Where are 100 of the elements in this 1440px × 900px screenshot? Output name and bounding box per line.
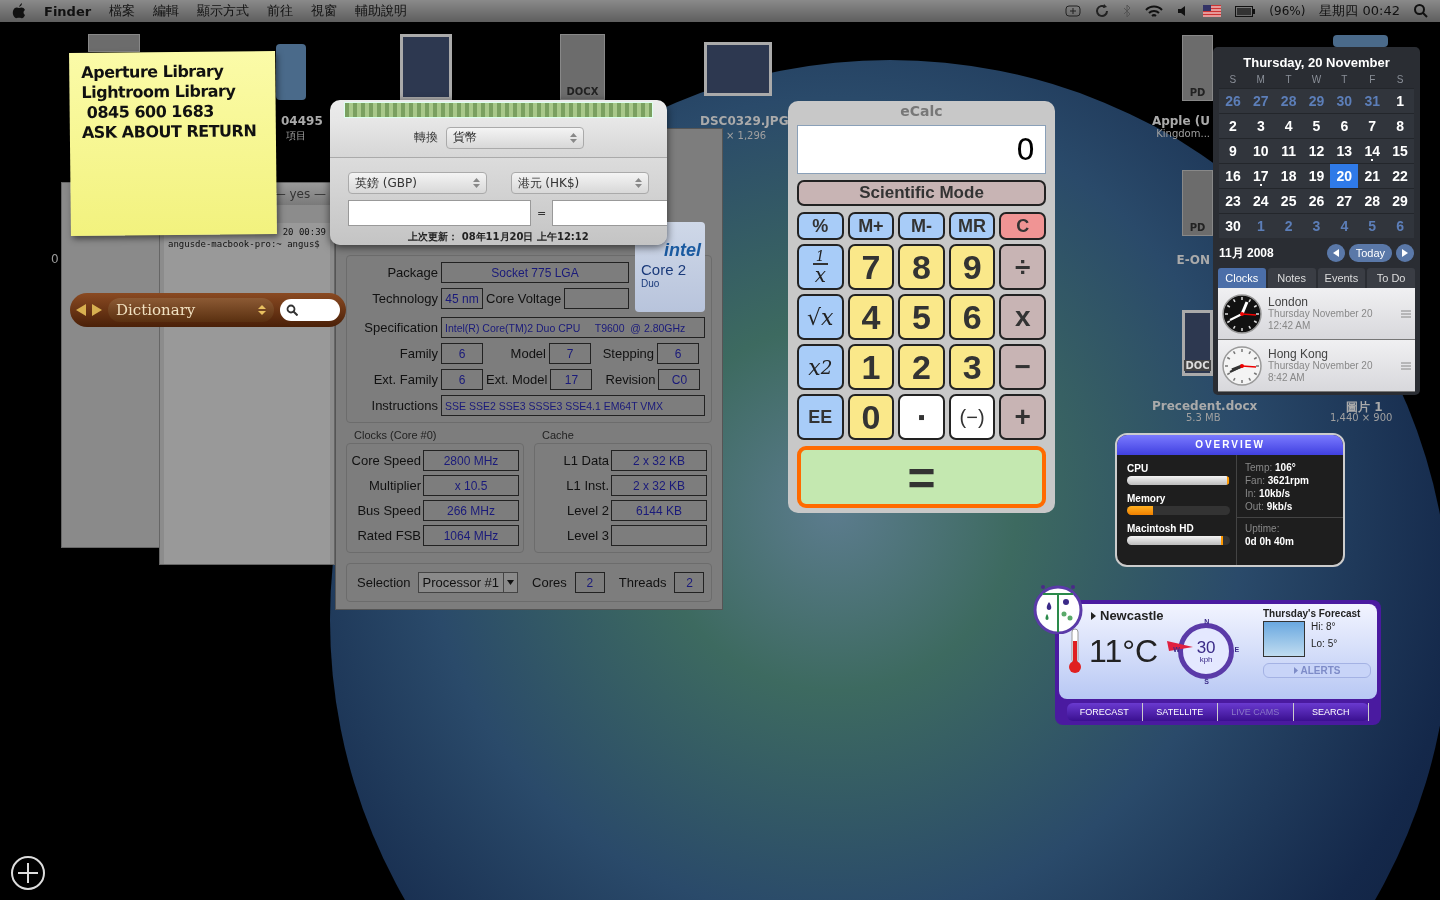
battery-icon[interactable] <box>1235 5 1256 17</box>
calendar-day[interactable]: 30 <box>1219 213 1247 238</box>
calendar-day[interactable]: 4 <box>1274 113 1303 138</box>
photo-thumbnail[interactable] <box>704 42 772 96</box>
calendar-day[interactable]: 1 <box>1386 88 1414 113</box>
calendar-day[interactable]: 5 <box>1302 113 1331 138</box>
calendar-day[interactable]: 23 <box>1219 188 1247 213</box>
location-name[interactable]: Newcastle <box>1100 608 1164 623</box>
photo-thumbnail[interactable] <box>400 34 452 100</box>
operator-key[interactable]: ÷ <box>999 244 1046 290</box>
previous-month-button[interactable] <box>1326 244 1345 262</box>
dictionary-search-field[interactable] <box>280 299 340 321</box>
plus-box-icon[interactable] <box>1065 5 1082 17</box>
flag-icon[interactable] <box>1203 5 1222 17</box>
digit-key[interactable]: 9 <box>948 244 996 290</box>
today-button[interactable]: Today <box>1348 244 1392 262</box>
equals-key[interactable]: = <box>797 446 1046 508</box>
calendar-day[interactable]: 12 <box>1302 138 1331 163</box>
calendar-day[interactable]: 11 <box>1274 138 1303 163</box>
calendar-day[interactable]: 8 <box>1386 113 1414 138</box>
calendar-day[interactable]: 9 <box>1219 138 1247 163</box>
calendar-day[interactable]: 15 <box>1386 138 1414 163</box>
calendar-tab[interactable]: To Do <box>1367 268 1415 288</box>
operator-key[interactable]: x <box>999 294 1046 340</box>
calendar-day[interactable]: 26 <box>1302 188 1331 213</box>
memory-key[interactable]: M+ <box>847 212 895 240</box>
calendar-day[interactable]: 28 <box>1358 188 1387 213</box>
digit-key[interactable]: 0 <box>847 394 895 440</box>
calendar-day[interactable]: 6 <box>1330 113 1359 138</box>
clear-key[interactable]: C <box>999 212 1046 240</box>
file-name[interactable]: 04495 <box>281 114 323 128</box>
digit-key[interactable]: 1 <box>847 344 895 390</box>
dictionary-source-dropdown[interactable]: Dictionary <box>108 298 274 322</box>
memory-key[interactable]: M- <box>898 212 945 240</box>
calendar-day[interactable]: 17 <box>1246 163 1275 188</box>
calendar-tab[interactable]: Events <box>1317 268 1366 288</box>
digit-key[interactable]: 3 <box>948 344 996 390</box>
file-name[interactable]: Apple (U <box>1151 114 1210 128</box>
back-forward-icon[interactable] <box>76 304 102 316</box>
weather-tab[interactable]: FORECAST <box>1067 703 1143 721</box>
menu-item[interactable]: 顯示方式 <box>197 2 250 20</box>
digit-key[interactable]: 8 <box>898 244 945 290</box>
file-name[interactable]: E-ON <box>1176 253 1210 267</box>
menu-item[interactable]: 檔案 <box>109 2 136 20</box>
calendar-day[interactable]: 20 <box>1330 163 1359 188</box>
calendar-day[interactable]: 25 <box>1274 188 1303 213</box>
world-clock-row[interactable]: Hong Kong Thursday November 20 8:42 AM <box>1218 340 1415 392</box>
app-menu[interactable]: Finder <box>44 3 92 19</box>
disclosure-triangle-icon[interactable] <box>1091 611 1096 620</box>
conversion-type-dropdown[interactable]: 貨幣 <box>445 126 584 149</box>
digit-key[interactable]: 4 <box>847 294 895 340</box>
weather-tab[interactable]: SATELLITE <box>1142 703 1218 721</box>
memory-key[interactable]: EE <box>797 394 844 440</box>
menu-item[interactable]: 輔助說明 <box>355 2 408 20</box>
digit-key[interactable]: 7 <box>847 244 895 290</box>
function-key[interactable]: √x <box>797 294 844 340</box>
amount-input[interactable] <box>348 200 531 226</box>
reciprocal-key[interactable]: 1 x <box>797 244 844 290</box>
from-currency-dropdown[interactable]: 英鎊 (GBP) <box>348 172 487 194</box>
to-currency-dropdown[interactable]: 港元 (HK$) <box>510 172 649 194</box>
mode-button[interactable]: Scientific Mode <box>797 180 1046 206</box>
file-name[interactable]: Precedent.docx <box>1152 399 1258 413</box>
processor-dropdown[interactable]: Processor #1 <box>418 572 519 593</box>
memory-key[interactable]: MR <box>948 212 996 240</box>
plain-key[interactable]: (−) <box>948 394 996 440</box>
world-clock-row[interactable]: London Thursday November 20 12:42 AM <box>1218 288 1415 340</box>
calendar-day[interactable]: 18 <box>1274 163 1303 188</box>
calendar-day[interactable]: 10 <box>1246 138 1275 163</box>
memory-key[interactable]: % <box>797 212 844 240</box>
drag-handle-icon[interactable] <box>1401 361 1411 370</box>
operator-key[interactable]: − <box>999 344 1046 390</box>
drag-handle-icon[interactable] <box>1401 309 1411 318</box>
menu-item[interactable]: 前往 <box>267 2 294 20</box>
calendar-day[interactable]: 13 <box>1330 138 1359 163</box>
calendar-day[interactable]: 21 <box>1358 163 1387 188</box>
photo-thumbnail[interactable]: DOC <box>1182 310 1213 376</box>
digit-key[interactable]: 5 <box>898 294 945 340</box>
next-month-button[interactable] <box>1396 244 1414 262</box>
sync-icon[interactable] <box>1095 4 1110 18</box>
calendar-day[interactable]: 19 <box>1302 163 1331 188</box>
file-name[interactable]: DSC0329.JPG <box>700 114 789 128</box>
calendar-day[interactable]: 2 <box>1219 113 1247 138</box>
operator-key[interactable]: + <box>999 394 1046 440</box>
plain-key[interactable]: ▪ <box>898 394 945 440</box>
apple-logo-icon[interactable] <box>12 3 26 19</box>
calendar-day[interactable]: 29 <box>1386 188 1414 213</box>
calendar-tab[interactable]: Clocks <box>1218 268 1266 288</box>
calendar-day[interactable]: 14 <box>1358 138 1387 163</box>
calendar-tab[interactable]: Notes <box>1267 268 1316 288</box>
weather-tab[interactable]: SEARCH <box>1293 703 1369 721</box>
calendar-day[interactable]: 7 <box>1358 113 1387 138</box>
wifi-icon[interactable] <box>1145 4 1164 18</box>
calendar-day[interactable]: 27 <box>1330 188 1359 213</box>
add-widget-button[interactable] <box>10 855 46 891</box>
calendar-day[interactable]: 3 <box>1246 113 1275 138</box>
menu-clock[interactable]: 星期四 00:42 <box>1319 2 1400 20</box>
calendar-day[interactable]: 22 <box>1386 163 1414 188</box>
search-icon[interactable] <box>1414 4 1428 18</box>
calendar-day[interactable]: 24 <box>1246 188 1275 213</box>
calendar-day[interactable]: 16 <box>1219 163 1247 188</box>
